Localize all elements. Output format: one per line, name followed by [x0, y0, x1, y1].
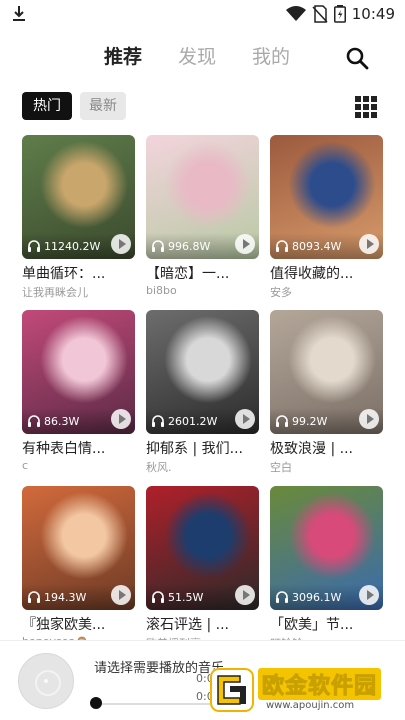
play-icon[interactable] — [235, 585, 255, 605]
watermark-url: www.apoujin.com — [266, 700, 355, 711]
tab-discover[interactable]: 发现 — [178, 42, 216, 69]
vinyl-disc-icon[interactable] — [18, 653, 74, 709]
playlist-card[interactable]: 51.5W滚石评选 | ...欧美摇刊豪 — [146, 486, 259, 651]
battery-icon — [333, 5, 346, 23]
filter-row: 热门 最新 — [0, 92, 405, 122]
playlist-cover[interactable]: 996.8W — [146, 135, 259, 259]
grid-menu-icon[interactable] — [355, 96, 377, 118]
tab-mine[interactable]: 我的 — [252, 42, 290, 69]
play-count: 3096.1W — [292, 590, 342, 604]
playlist-cover[interactable]: 194.3W — [22, 486, 135, 610]
playlist-title[interactable]: 值得收藏的... — [270, 263, 383, 283]
playlist-author: c — [22, 459, 29, 472]
status-time: 10:49 — [351, 5, 395, 23]
headphone-icon — [276, 591, 288, 603]
playlist-card[interactable]: 194.3W『独家欧美...honevsea🙈 — [22, 486, 135, 648]
tab-recommend[interactable]: 推荐 — [104, 42, 142, 69]
playlist-title[interactable]: 滚石评选 | ... — [146, 614, 259, 634]
playlist-title[interactable]: 【暗恋】一... — [146, 263, 259, 283]
progress-track[interactable] — [94, 703, 214, 705]
play-icon[interactable] — [235, 409, 255, 429]
playlist-cover[interactable]: 11240.2W — [22, 135, 135, 259]
play-icon[interactable] — [359, 409, 379, 429]
headphone-icon — [276, 240, 288, 252]
headphone-icon — [276, 415, 288, 427]
top-nav: 推荐 发现 我的 — [0, 36, 405, 76]
watermark-name: 欧金软件园 — [258, 668, 382, 700]
no-sim-icon — [312, 5, 328, 23]
playlist-cover[interactable]: 3096.1W — [270, 486, 383, 610]
chip-hot[interactable]: 热门 — [22, 92, 72, 120]
play-icon[interactable] — [359, 585, 379, 605]
playlist-title[interactable]: 单曲循环：... — [22, 263, 135, 283]
playlist-cover[interactable]: 2601.2W — [146, 310, 259, 434]
playlist-cover[interactable]: 86.3W — [22, 310, 135, 434]
playlist-card[interactable]: 3096.1W「欧美」节...叮铃铃 — [270, 486, 383, 651]
playlist-card[interactable]: 99.2W 极致浪漫 | ... 空白 — [270, 310, 383, 475]
wifi-icon — [285, 6, 306, 21]
status-bar: 10:49 — [0, 0, 405, 28]
playlist-title[interactable]: 『独家欧美... — [22, 614, 135, 634]
playlist-cover[interactable]: 99.2W — [270, 310, 383, 434]
progress-knob[interactable] — [90, 697, 102, 709]
playlist-author: 秋风. — [146, 461, 172, 474]
playlist-card[interactable]: 996.8W 【暗恋】一... bi8bo — [146, 135, 259, 297]
chip-latest[interactable]: 最新 — [80, 92, 126, 120]
playlist-card[interactable]: 8093.4W 值得收藏的... 安多 — [270, 135, 383, 300]
playlist-title[interactable]: 极致浪漫 | ... — [270, 438, 383, 458]
playlist-author: bi8bo — [146, 284, 177, 297]
play-count: 8093.4W — [292, 239, 342, 253]
play-icon[interactable] — [111, 234, 131, 254]
play-icon[interactable] — [359, 234, 379, 254]
headphone-icon — [152, 591, 164, 603]
download-icon — [13, 6, 25, 21]
play-icon[interactable] — [235, 234, 255, 254]
play-count: 11240.2W — [44, 239, 101, 253]
headphone-icon — [152, 415, 164, 427]
play-count: 996.8W — [168, 239, 211, 253]
headphone-icon — [28, 240, 40, 252]
search-icon[interactable] — [345, 46, 369, 70]
play-count: 194.3W — [44, 590, 87, 604]
play-count: 2601.2W — [168, 414, 218, 428]
playlist-title[interactable]: 抑郁系 | 我们... — [146, 438, 259, 458]
play-icon[interactable] — [111, 409, 131, 429]
headphone-icon — [152, 240, 164, 252]
watermark: 欧金软件园 www.apoujin.com — [210, 666, 400, 716]
playlist-cover[interactable]: 8093.4W — [270, 135, 383, 259]
play-icon[interactable] — [111, 585, 131, 605]
playlist-card[interactable]: 2601.2W 抑郁系 | 我们... 秋风. — [146, 310, 259, 475]
playlist-title[interactable]: 有种表白情... — [22, 438, 135, 458]
play-count: 51.5W — [168, 590, 204, 604]
playlist-author: 空白 — [270, 461, 292, 474]
apoujin-logo-icon — [210, 668, 254, 712]
playlist-author: 让我再眯会儿 — [22, 286, 88, 299]
playlist-title[interactable]: 「欧美」节... — [270, 614, 383, 634]
headphone-icon — [28, 415, 40, 427]
playlist-card[interactable]: 86.3W 有种表白情... c — [22, 310, 135, 472]
play-count: 99.2W — [292, 414, 328, 428]
playlist-cover[interactable]: 51.5W — [146, 486, 259, 610]
play-count: 86.3W — [44, 414, 80, 428]
headphone-icon — [28, 591, 40, 603]
playlist-author: 安多 — [270, 286, 292, 299]
playlist-card[interactable]: 11240.2W 单曲循环：... 让我再眯会儿 — [22, 135, 135, 300]
